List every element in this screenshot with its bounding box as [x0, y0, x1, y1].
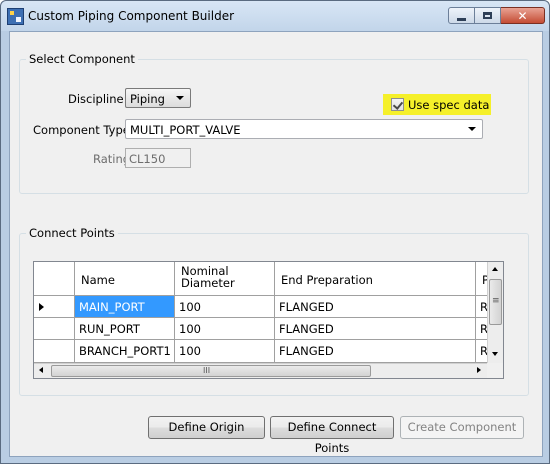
app-window: Custom Piping Component Builder ✕ Select… — [0, 0, 550, 464]
cell-end-prep[interactable]: FLANGED — [275, 340, 476, 363]
chevron-down-icon — [176, 96, 184, 100]
column-header-end-prep-label: End Preparation — [281, 273, 373, 287]
create-component-button[interactable]: Create Component — [400, 416, 524, 439]
cell-diameter[interactable]: 100 — [175, 340, 275, 363]
grid-corner-header — [34, 262, 75, 296]
column-header-end-prep[interactable]: End Preparation — [275, 262, 476, 296]
row-header[interactable] — [34, 318, 75, 340]
cell-diameter[interactable]: 100 — [175, 318, 275, 340]
close-icon: ✕ — [517, 8, 528, 23]
minimize-button[interactable] — [448, 7, 475, 24]
component-type-dropdown[interactable]: MULTI_PORT_VALVE — [125, 119, 483, 139]
cell-end-prep[interactable]: FLANGED — [275, 296, 476, 318]
current-row-icon — [39, 303, 44, 311]
connect-points-legend: Connect Points — [26, 226, 118, 240]
scrollbar-corner — [487, 363, 503, 378]
use-spec-checkbox[interactable] — [391, 98, 404, 111]
scroll-down-icon[interactable] — [492, 352, 498, 356]
horizontal-scrollbar[interactable]: III — [34, 363, 487, 378]
maximize-icon — [483, 12, 492, 19]
select-component-group: Select Component Discipline: Piping Use … — [19, 52, 529, 194]
cell-name[interactable]: BRANCH_PORT1 — [75, 340, 175, 363]
scroll-up-icon[interactable] — [492, 267, 498, 271]
cell-diameter[interactable]: 100 — [175, 296, 275, 318]
cell-name[interactable]: RUN_PORT — [75, 318, 175, 340]
scroll-left-icon[interactable] — [39, 367, 43, 373]
chevron-down-icon — [468, 127, 476, 131]
cell-name[interactable]: MAIN_PORT — [75, 296, 175, 318]
column-header-diameter[interactable]: Nominal Diameter — [175, 262, 275, 296]
column-header-name[interactable]: Name — [75, 262, 175, 296]
use-spec-label[interactable]: Use spec data — [408, 98, 489, 112]
window-title: Custom Piping Component Builder — [28, 9, 235, 23]
component-type-value: MULTI_PORT_VALVE — [130, 123, 241, 137]
discipline-dropdown[interactable]: Piping — [125, 88, 191, 108]
scroll-right-icon[interactable] — [477, 367, 481, 373]
vertical-scrollbar[interactable]: ≡ — [487, 262, 503, 363]
column-header-name-label: Name — [81, 273, 115, 287]
define-origin-button[interactable]: Define Origin — [148, 416, 265, 439]
cell-end-prep[interactable]: FLANGED — [275, 318, 476, 340]
define-connect-points-button[interactable]: Define Connect Points — [270, 416, 394, 455]
component-type-label: Component Type: — [33, 123, 134, 137]
scroll-grip-icon: ≡ — [492, 296, 500, 306]
row-header[interactable] — [34, 296, 75, 318]
connect-points-grid[interactable]: Name Nominal Diameter End Preparation P … — [33, 261, 504, 379]
app-icon — [7, 8, 24, 25]
select-component-legend: Select Component — [26, 52, 138, 66]
discipline-value: Piping — [130, 92, 165, 106]
checkmark-icon — [392, 99, 404, 110]
column-header-diameter-label: Nominal Diameter — [181, 264, 235, 290]
scroll-grip-icon: III — [203, 366, 211, 375]
discipline-label: Discipline: — [68, 92, 128, 106]
horizontal-scroll-thumb[interactable]: III — [51, 365, 371, 377]
rating-value: CL150 — [129, 152, 166, 166]
grid-viewport: Name Nominal Diameter End Preparation P … — [34, 262, 503, 363]
maximize-button[interactable] — [475, 7, 501, 24]
close-button[interactable]: ✕ — [501, 7, 545, 24]
minimize-icon — [457, 17, 466, 21]
dialog-client: Select Component Discipline: Piping Use … — [9, 31, 543, 457]
title-bar[interactable]: Custom Piping Component Builder ✕ — [1, 1, 549, 31]
vertical-scroll-thumb[interactable]: ≡ — [489, 279, 502, 325]
row-header[interactable] — [34, 340, 75, 363]
rating-field: CL150 — [125, 148, 191, 168]
